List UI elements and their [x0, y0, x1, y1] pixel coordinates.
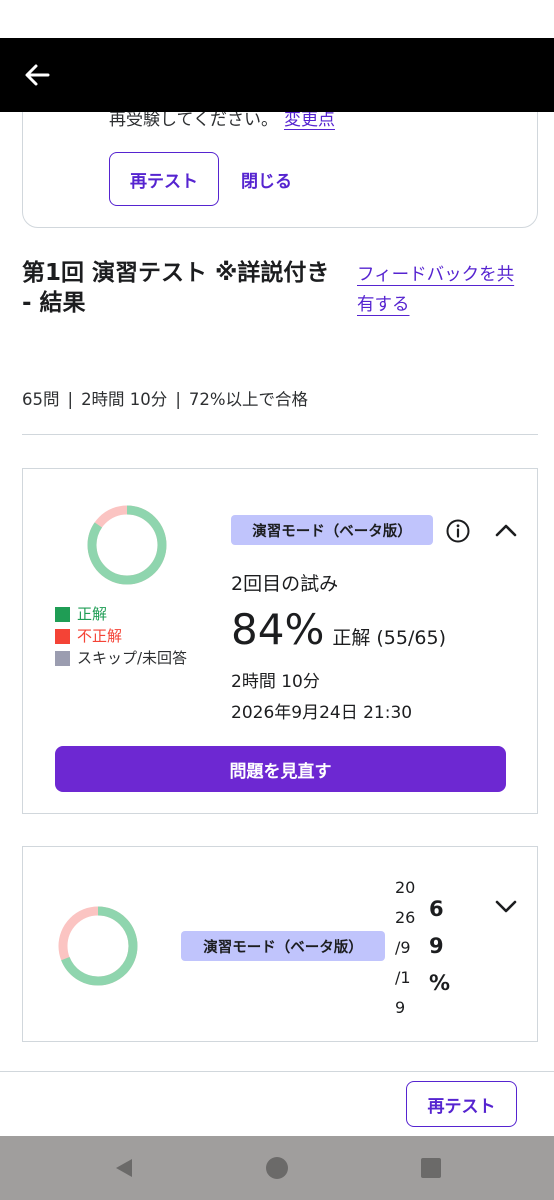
footer-divider: [0, 1071, 554, 1072]
close-button[interactable]: 閉じる: [241, 167, 292, 192]
app-bar: [0, 38, 554, 112]
section-divider: [22, 434, 538, 435]
test-meta: 65問 | 2時間 10分 | 72%以上で合格: [22, 386, 308, 410]
practice-mode-badge: 演習モード（ベータ版）: [231, 515, 433, 545]
retest-button[interactable]: 再テスト: [109, 152, 219, 206]
legend-skipped: スキップ/未回答: [55, 647, 187, 669]
date-fragment: 9: [395, 998, 406, 1017]
retest-button-footer[interactable]: 再テスト: [406, 1081, 517, 1127]
previous-score-donut-chart: [58, 906, 138, 986]
system-nav-bar: [0, 1136, 554, 1200]
attempt-card-previous[interactable]: 演習モード（ベータ版） 20 26 /9 /1 9 6 9 %: [22, 846, 538, 1042]
review-questions-button[interactable]: 問題を見直す: [55, 746, 506, 792]
legend-label-correct: 正解: [77, 605, 108, 623]
legend-swatch-skipped: [55, 650, 70, 666]
attempt-duration: 2時間 10分: [231, 672, 320, 692]
nav-home-icon[interactable]: [265, 1156, 289, 1180]
share-feedback-line1[interactable]: フィードバックを共: [357, 265, 514, 285]
legend-correct: 正解: [55, 603, 187, 625]
share-feedback-link[interactable]: フィードバックを共 有する: [357, 260, 537, 320]
changes-link[interactable]: 変更点: [284, 110, 335, 130]
status-bar: [0, 0, 554, 38]
share-feedback-line2[interactable]: 有する: [357, 295, 410, 315]
pass-threshold: 72%以上で合格: [188, 390, 309, 409]
date-fragment: 20: [395, 878, 416, 897]
nav-recents-icon[interactable]: [420, 1157, 442, 1179]
score-donut-chart: [87, 505, 167, 585]
practice-mode-badge: 演習モード（ベータ版）: [181, 931, 385, 961]
attempt-card-latest: 正解 不正解 スキップ/未回答 演習モード（ベータ版） 2回目の試み 84% 正…: [22, 468, 538, 814]
notice-message: 再受験してください。: [109, 110, 278, 130]
attempt-date-wrapped: 20 26 /9 /1 9: [395, 873, 425, 1023]
attempt-datetime: 2026年9月24日 21:30: [231, 703, 413, 723]
meta-separator: |: [175, 390, 181, 409]
percent-fragment: %: [429, 971, 451, 995]
back-arrow-icon[interactable]: [20, 60, 54, 90]
chevron-up-icon[interactable]: [493, 517, 519, 543]
date-fragment: 26: [395, 908, 416, 927]
score-detail: 正解 (55/65): [332, 627, 446, 649]
legend-incorrect: 不正解: [55, 625, 187, 647]
percent-fragment: 6: [429, 897, 444, 921]
legend-swatch-correct: [55, 606, 70, 622]
legend-label-skipped: スキップ/未回答: [77, 649, 188, 667]
page-title: 第1回 演習テスト ※詳説付き - 結果: [22, 260, 330, 316]
time-limit: 2時間 10分: [81, 390, 168, 409]
score-percent-wrapped: 6 9 %: [429, 891, 459, 1002]
meta-separator: |: [67, 390, 74, 409]
score-percent: 84%: [231, 605, 325, 654]
date-fragment: /9: [395, 938, 411, 957]
nav-back-icon[interactable]: [112, 1156, 136, 1180]
date-fragment: /1: [395, 968, 411, 987]
score-summary: 84% 正解 (55/65): [231, 605, 446, 654]
info-icon[interactable]: [445, 518, 471, 544]
attempt-number: 2回目の試み: [231, 573, 339, 595]
legend-swatch-incorrect: [55, 628, 70, 644]
legend-label-incorrect: 不正解: [77, 627, 123, 645]
chevron-down-icon[interactable]: [493, 893, 519, 919]
donut-legend: 正解 不正解 スキップ/未回答: [55, 603, 187, 669]
percent-fragment: 9: [429, 934, 444, 958]
question-count: 65問: [22, 390, 60, 409]
